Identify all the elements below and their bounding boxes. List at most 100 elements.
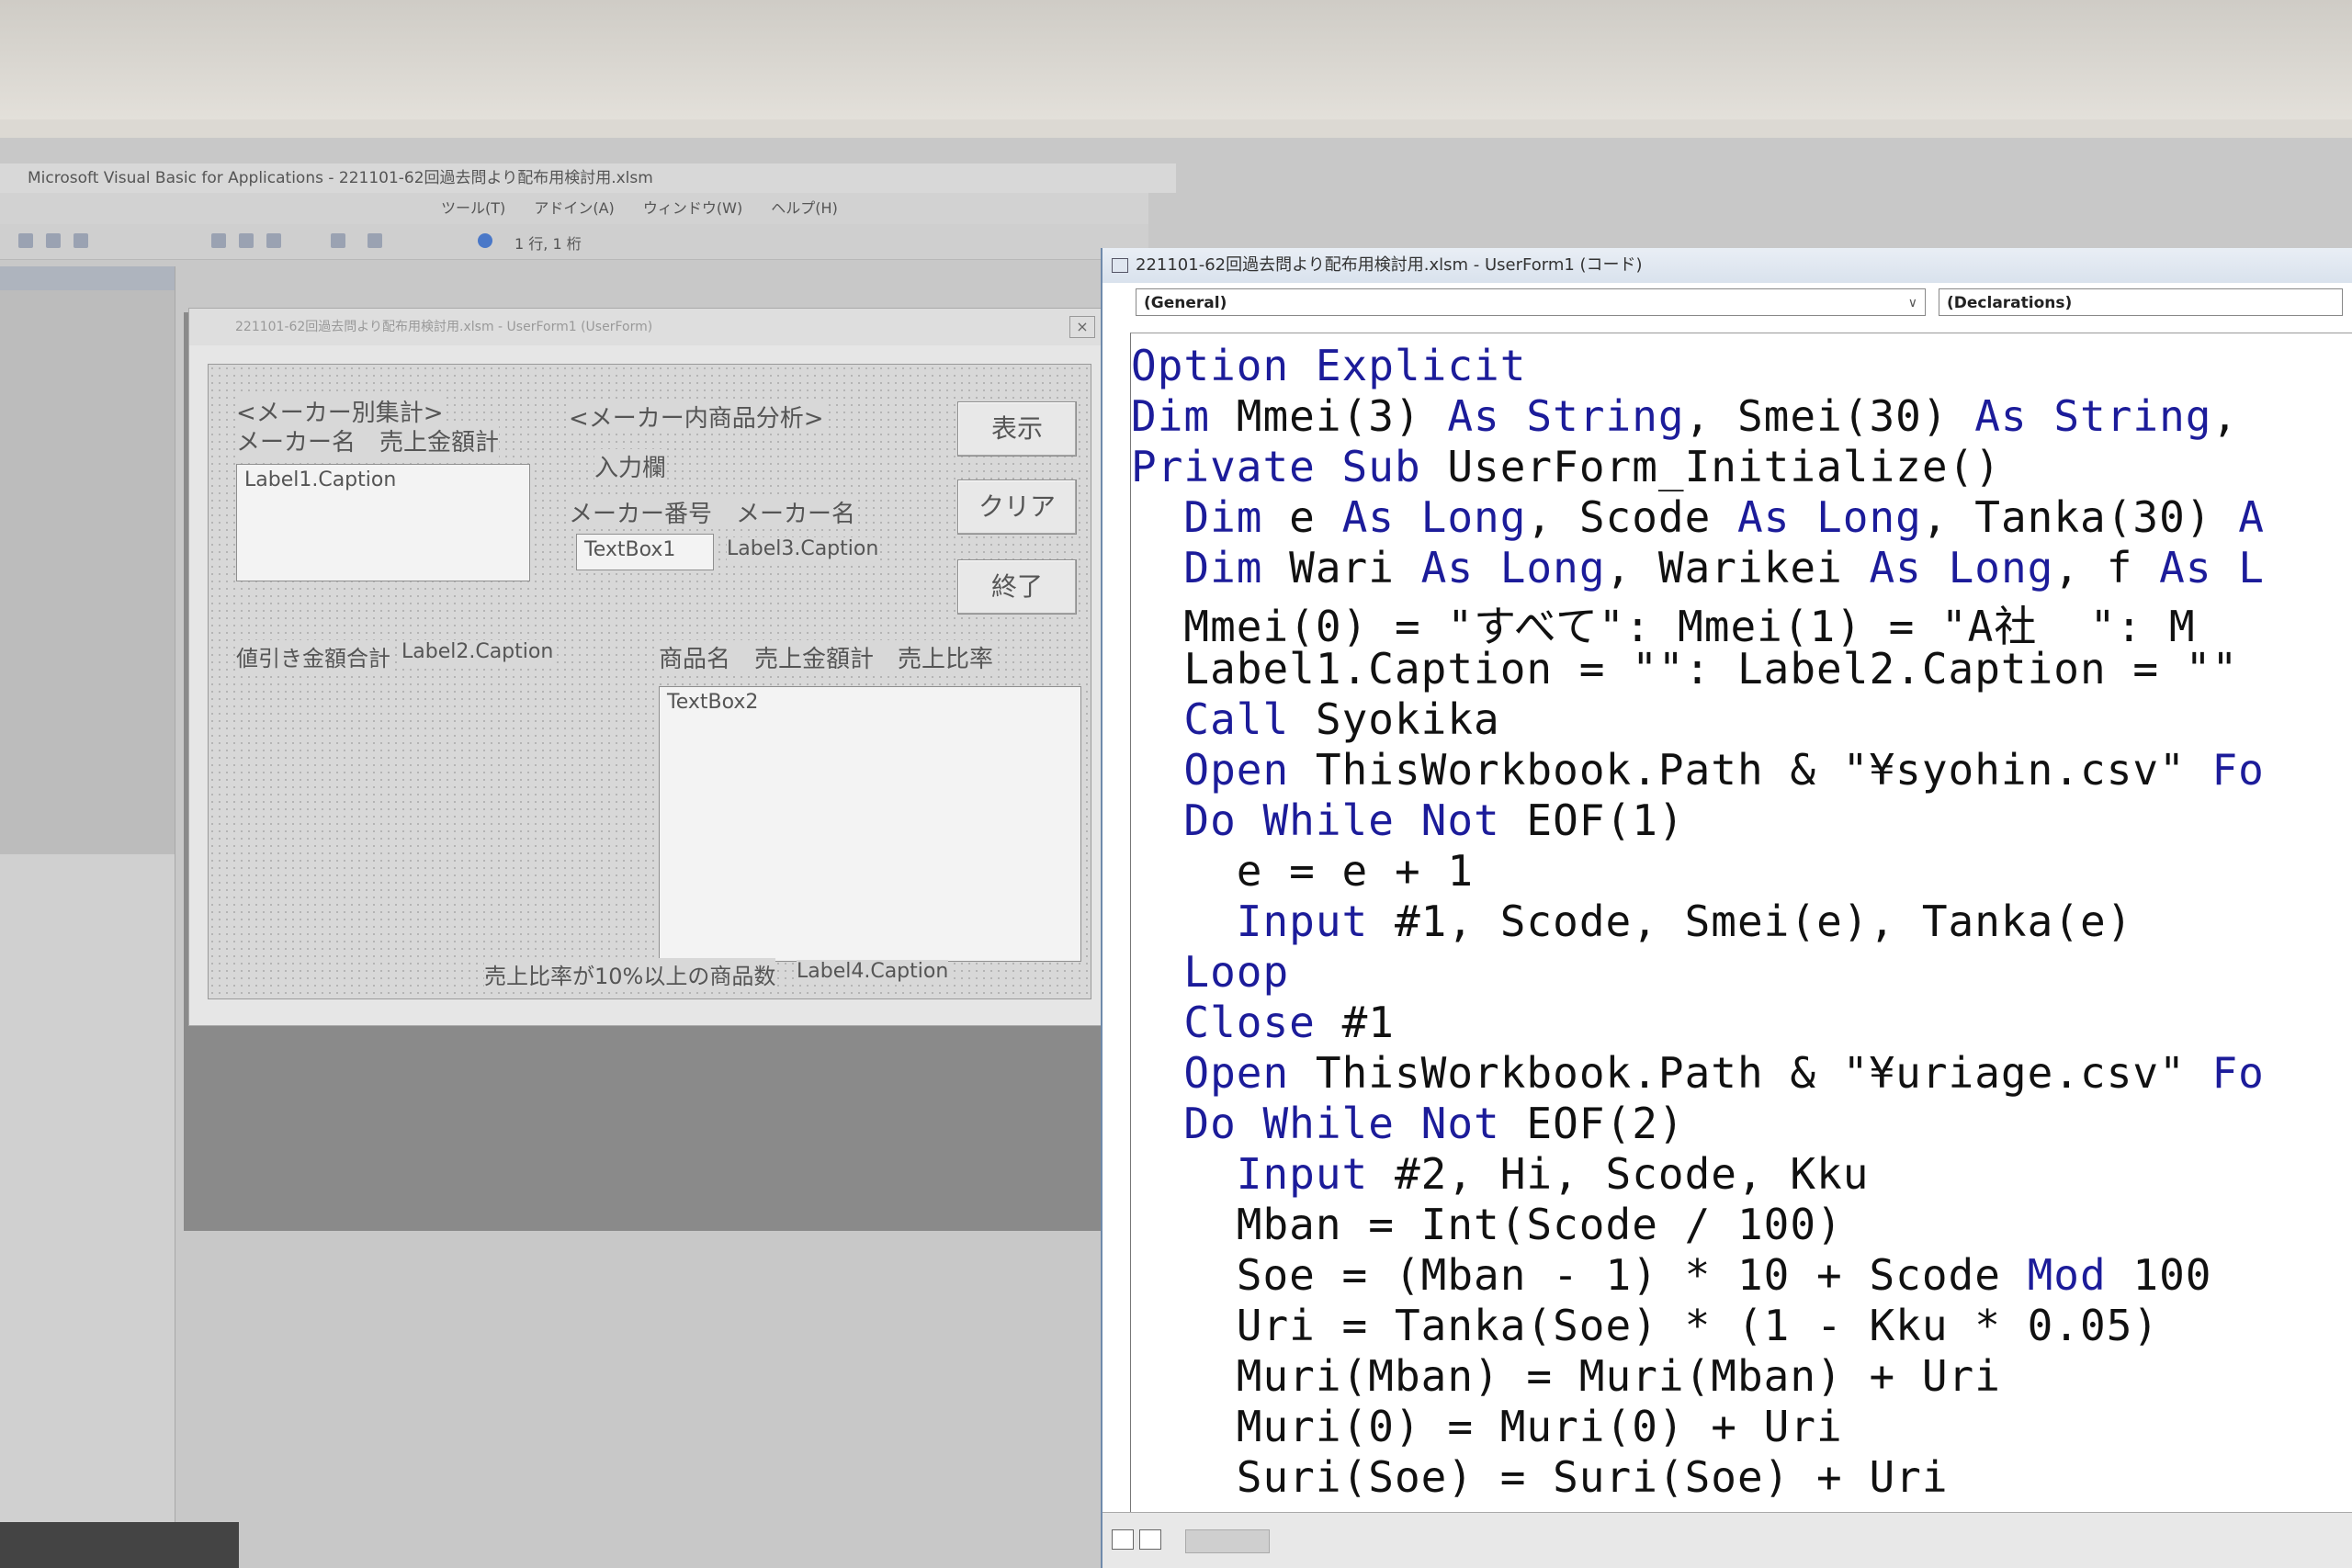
code-text: EOF(2)	[1526, 1099, 1685, 1148]
menu-window[interactable]: ウィンドウ(W)	[643, 193, 742, 224]
toolbar-save-icon[interactable]	[74, 233, 88, 248]
code-window-title: 221101-62回過去問より配布用検討用.xlsm - UserForm1 (…	[1102, 248, 2352, 283]
code-line[interactable]: Input #2, Hi, Scode, Kku	[1131, 1149, 1869, 1199]
code-text: #1	[1341, 998, 1395, 1047]
procedure-combo-value: (Declarations)	[1947, 294, 2073, 312]
code-window-footer	[1102, 1512, 2352, 1568]
chevron-down-icon: ∨	[1907, 296, 1917, 310]
code-line[interactable]: Dim e As Long, Scode As Long, Tanka(30) …	[1131, 492, 2265, 542]
code-text: Suri(Soe) = Suri(Soe) + Uri	[1131, 1452, 1949, 1502]
menu-tools[interactable]: ツール(T)	[441, 193, 505, 224]
code-text: #2, Hi, Scode, Kku	[1394, 1149, 1870, 1199]
exit-button[interactable]: 終了	[957, 559, 1077, 615]
code-keyword: Close	[1131, 998, 1342, 1047]
code-keyword: Do While Not	[1131, 795, 1527, 845]
ide-toolbar: 1 行, 1 桁	[0, 224, 1148, 260]
code-line[interactable]: e = e + 1	[1131, 846, 1474, 896]
code-keyword: Open	[1131, 745, 1316, 795]
ide-menu-bar: ツール(T) アドイン(A) ウィンドウ(W) ヘルプ(H)	[0, 193, 1148, 224]
label-product-analysis-heading[interactable]: <メーカー内商品分析>	[569, 400, 824, 434]
object-combo[interactable]: (General) ∨	[1136, 288, 1926, 316]
code-line[interactable]: Loop	[1131, 947, 1289, 997]
label3-caption[interactable]: Label3.Caption	[727, 537, 879, 560]
textbox1[interactable]: TextBox1	[576, 534, 714, 570]
code-text: Muri(Mban) = Muri(Mban) + Uri	[1131, 1351, 2001, 1401]
code-line[interactable]: Muri(Mban) = Muri(Mban) + Uri	[1131, 1351, 2001, 1401]
code-line[interactable]: Label1.Caption = "": Label2.Caption = ""	[1131, 644, 2238, 694]
code-line[interactable]: Suri(Soe) = Suri(Soe) + Uri	[1131, 1452, 1949, 1502]
code-text: 100	[2132, 1250, 2212, 1300]
procedure-combo[interactable]: (Declarations)	[1939, 288, 2343, 316]
show-button[interactable]: 表示	[957, 401, 1077, 457]
project-tree[interactable]	[0, 290, 175, 345]
code-line[interactable]: Close #1	[1131, 998, 1395, 1047]
code-line[interactable]: Option Explicit	[1131, 341, 1526, 390]
toolbar-insert-icon[interactable]	[46, 233, 61, 248]
textbox2[interactable]: TextBox2	[659, 686, 1081, 962]
code-keyword: Open	[1131, 1048, 1316, 1098]
code-keyword: Dim	[1131, 492, 1290, 542]
code-line[interactable]: Mban = Int(Scode / 100)	[1131, 1200, 1843, 1249]
project-explorer-header	[0, 266, 175, 290]
project-explorer	[0, 266, 175, 1568]
toolbar-design-icon[interactable]	[331, 233, 345, 248]
properties-pane	[0, 854, 175, 1568]
label2-caption[interactable]: Label2.Caption	[401, 640, 554, 663]
code-line[interactable]: Call Syokika	[1131, 694, 1500, 744]
code-text: ThisWorkbook.Path & "¥syohin.csv"	[1315, 745, 2212, 795]
label-maker-no-name[interactable]: メーカー番号 メーカー名	[569, 495, 856, 529]
code-keyword: Mod	[2027, 1250, 2133, 1300]
code-keyword: Loop	[1131, 947, 1290, 997]
code-keyword: Fo	[2211, 1048, 2265, 1098]
code-keyword: Private Sub	[1131, 442, 1448, 491]
userform-close-button[interactable]: ×	[1069, 316, 1095, 338]
code-line[interactable]: Private Sub UserForm_Initialize()	[1131, 442, 2001, 491]
toolbar-help-icon[interactable]	[478, 233, 492, 248]
toolbar-project-icon[interactable]	[368, 233, 382, 248]
toolbar-run-icon[interactable]	[211, 233, 226, 248]
code-keyword: Option Explicit	[1131, 341, 1527, 390]
code-text: Label1.Caption = "": Label2.Caption = ""	[1131, 644, 2239, 694]
code-editor[interactable]: Option Explicit Dim Mmei(3) As String, Sm…	[1130, 333, 2352, 1513]
code-line[interactable]: Open ThisWorkbook.Path & "¥syohin.csv" F…	[1131, 745, 2265, 795]
label-ratio-count[interactable]: 売上比率が10%以上の商品数	[484, 958, 776, 990]
label-discount-total[interactable]: 値引き金額合計	[236, 640, 390, 672]
userform-canvas[interactable]: <メーカー別集計> メーカー名 売上金額計 Label1.Caption <メー…	[208, 364, 1091, 999]
code-line[interactable]: Muri(0) = Muri(0) + Uri	[1131, 1402, 1843, 1451]
label4-caption[interactable]: Label4.Caption	[797, 960, 949, 983]
toolbar-stop-icon[interactable]	[266, 233, 281, 248]
label-product-columns[interactable]: 商品名 売上金額計 売上比率	[659, 640, 994, 674]
code-keyword: Do While Not	[1131, 1099, 1527, 1148]
code-text: #1, Scode, Smei(e), Tanka(e)	[1394, 897, 2133, 946]
menu-addins[interactable]: アドイン(A)	[534, 193, 614, 224]
code-line[interactable]: Input #1, Scode, Smei(e), Tanka(e)	[1131, 897, 2132, 946]
code-line[interactable]: Uri = Tanka(Soe) * (1 - Kku * 0.05)	[1131, 1301, 2159, 1350]
code-line[interactable]: Dim Wari As Long, Warikei As Long, f As …	[1131, 543, 2265, 592]
procedure-view-icon[interactable]	[1112, 1529, 1134, 1550]
code-line[interactable]: Soe = (Mban - 1) * 10 + Scode Mod 100	[1131, 1250, 2211, 1300]
code-text: e = e + 1	[1131, 846, 1475, 896]
object-combo-value: (General)	[1144, 294, 1227, 312]
label-input-field[interactable]: 入力欄	[594, 449, 667, 483]
menu-help[interactable]: ヘルプ(H)	[771, 193, 838, 224]
label1-caption[interactable]: Label1.Caption	[236, 464, 530, 581]
toolbar-pause-icon[interactable]	[239, 233, 254, 248]
code-keyword: A	[2238, 492, 2265, 542]
code-keyword: Fo	[2211, 745, 2265, 795]
code-keyword: As Long	[1341, 492, 1527, 542]
code-line[interactable]: Open ThisWorkbook.Path & "¥uriage.csv" F…	[1131, 1048, 2265, 1098]
code-line[interactable]: Do While Not EOF(2)	[1131, 1099, 1685, 1148]
full-module-view-icon[interactable]	[1139, 1529, 1161, 1550]
label-maker-total-columns[interactable]: メーカー名 売上金額計	[236, 423, 500, 457]
clear-button[interactable]: クリア	[957, 479, 1077, 535]
code-text: , Scode	[1526, 492, 1737, 542]
code-text: EOF(1)	[1526, 795, 1685, 845]
code-keyword: Input	[1131, 897, 1395, 946]
toolbar-excel-icon[interactable]	[18, 233, 33, 248]
code-line[interactable]: Dim Mmei(3) As String, Smei(30) As Strin…	[1131, 391, 2238, 441]
code-text: Mmei(3)	[1236, 391, 1448, 441]
code-text: , Warikei	[1605, 543, 1870, 592]
code-keyword: As L	[2159, 543, 2265, 592]
horizontal-scrollbar[interactable]	[1185, 1529, 1270, 1553]
code-line[interactable]: Do While Not EOF(1)	[1131, 795, 1685, 845]
